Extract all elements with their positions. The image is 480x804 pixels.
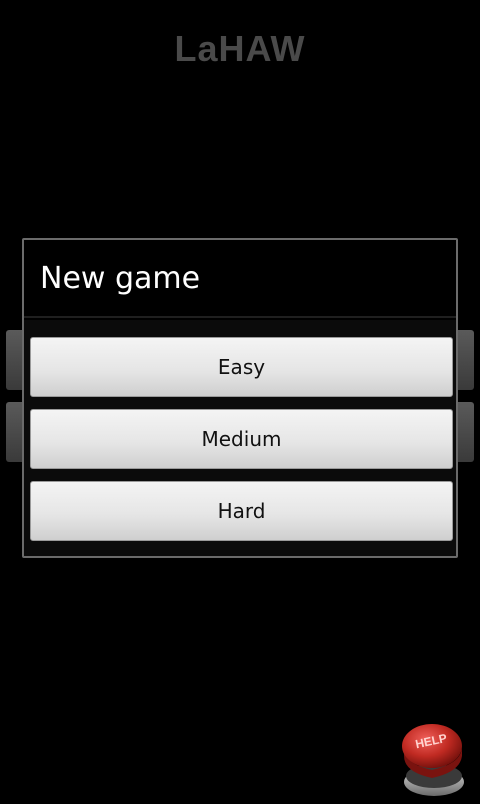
difficulty-easy-button[interactable]: Easy	[30, 337, 453, 397]
help-icon: HELP	[402, 724, 464, 796]
app-title: LaHAW	[174, 28, 306, 69]
dialog-header: New game	[24, 240, 456, 318]
help-button[interactable]: HELP	[396, 716, 468, 800]
difficulty-hard-button[interactable]: Hard	[30, 481, 453, 541]
new-game-dialog: New game Easy Medium Hard	[22, 238, 458, 558]
dialog-title: New game	[40, 260, 201, 296]
dialog-options: Easy Medium Hard	[24, 320, 456, 556]
difficulty-medium-button[interactable]: Medium	[30, 409, 453, 469]
